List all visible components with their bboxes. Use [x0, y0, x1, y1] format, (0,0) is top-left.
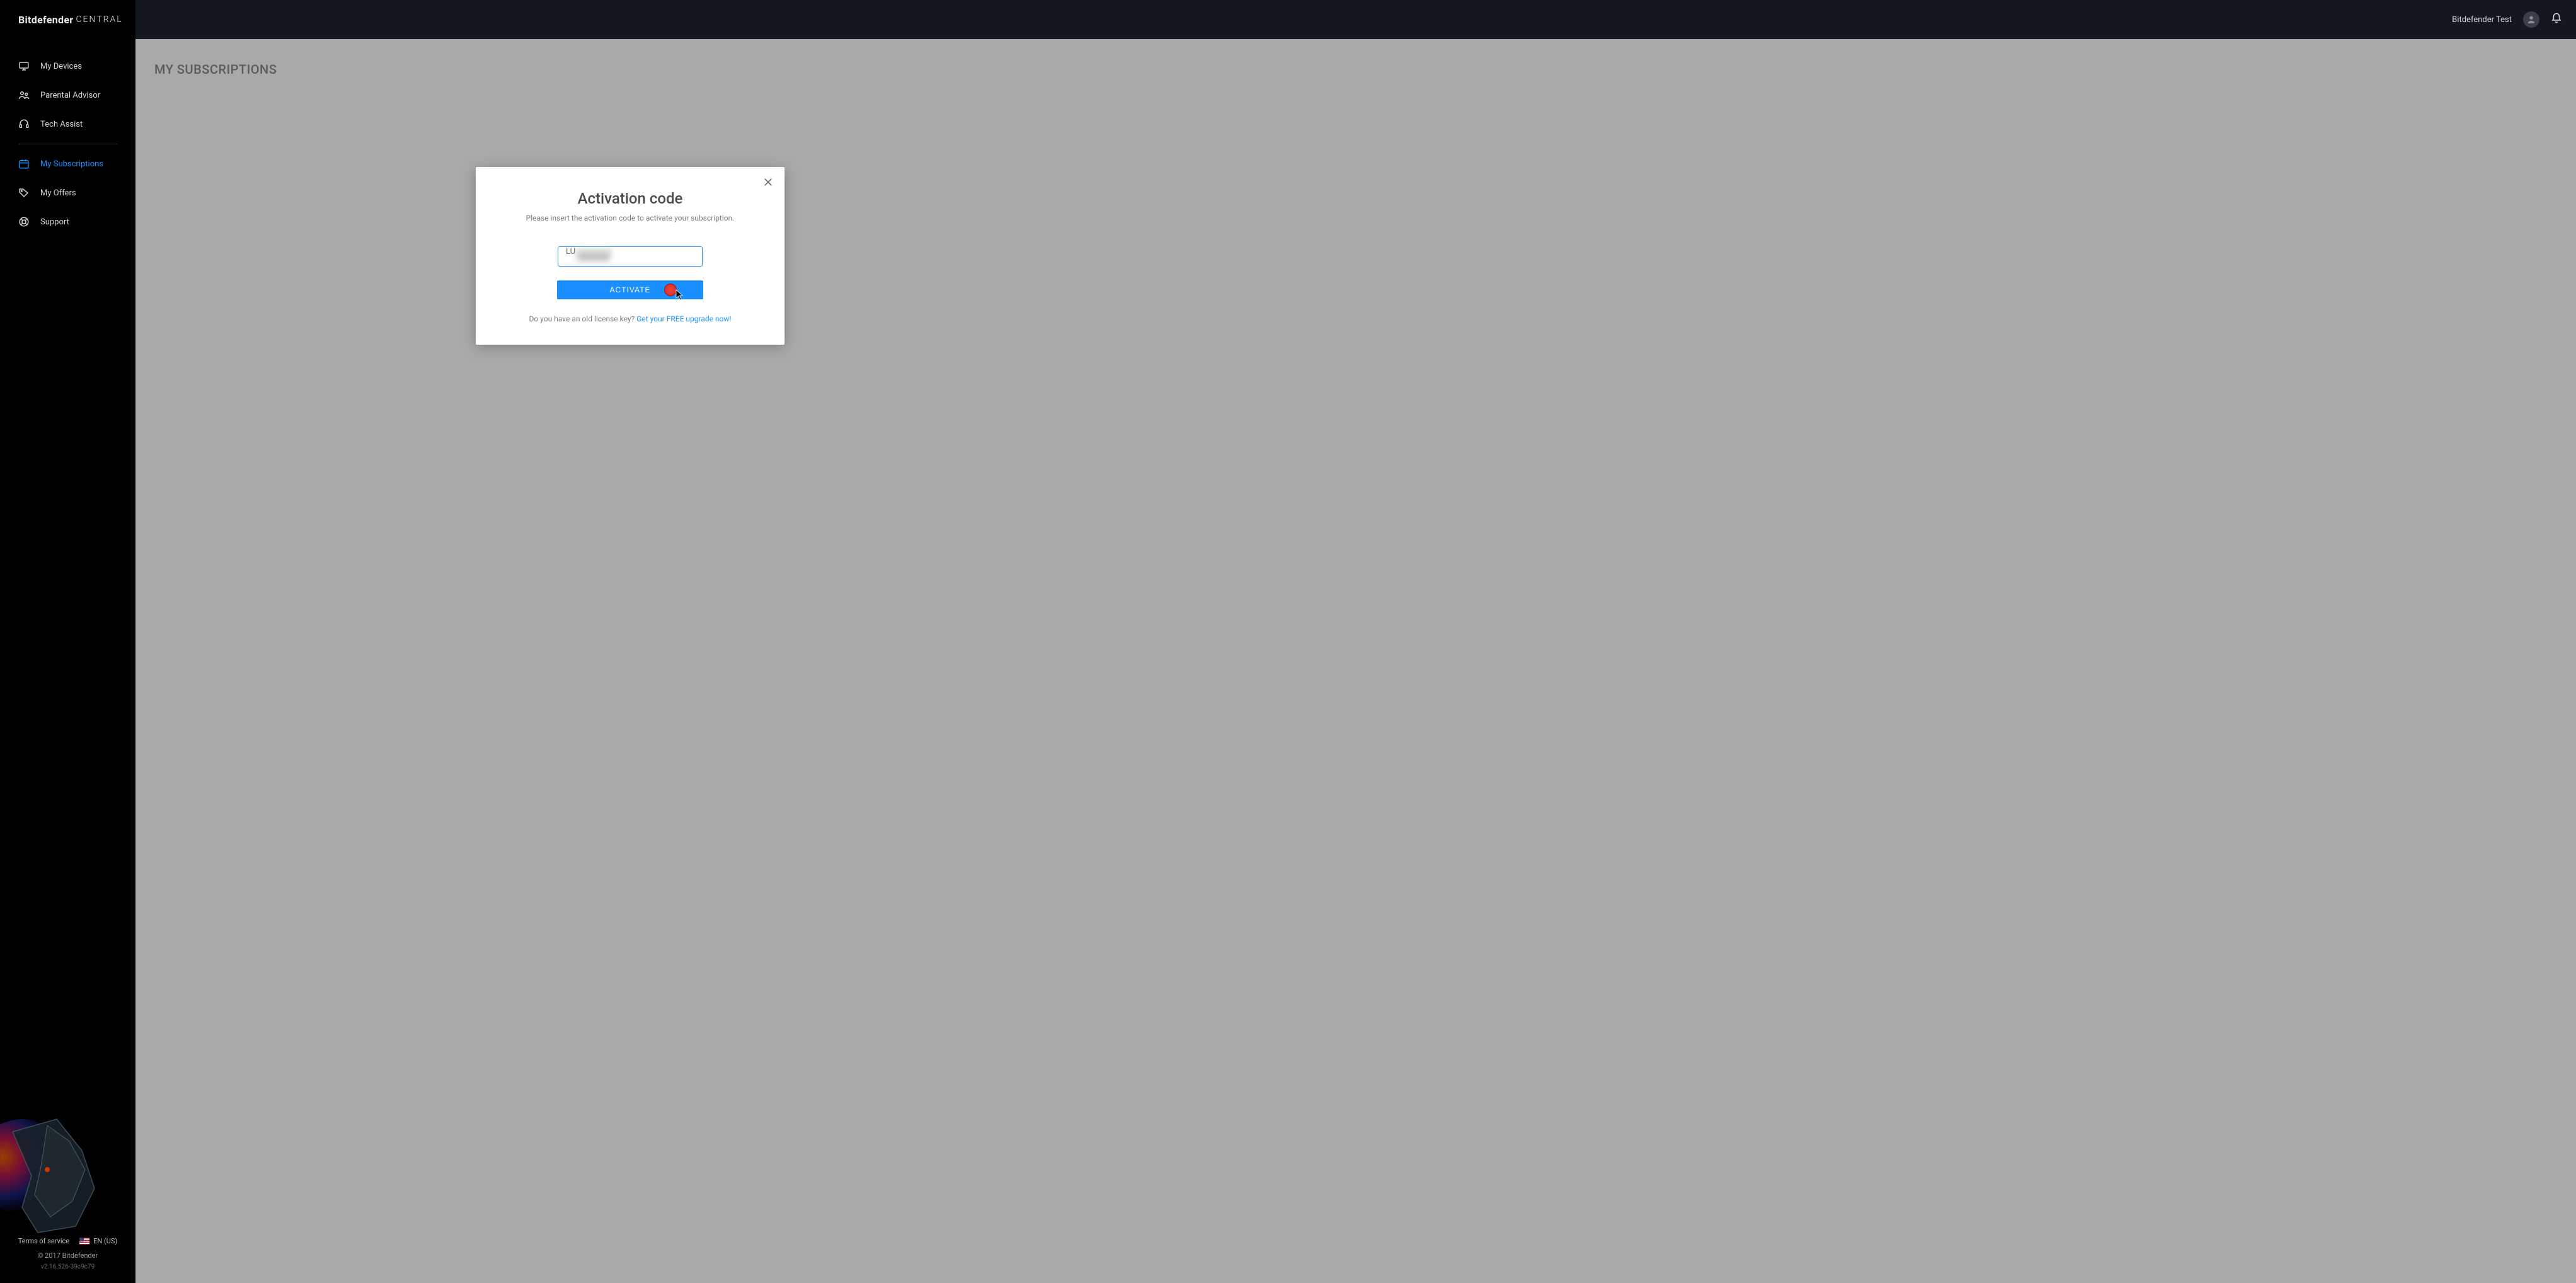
- modal-footer-text: Do you have an old license key? Get your…: [495, 314, 766, 323]
- user-name[interactable]: Bitdefender Test: [2452, 15, 2512, 25]
- language-selector[interactable]: EN (US): [79, 1237, 117, 1245]
- sidebar-item-support[interactable]: Support: [0, 207, 135, 236]
- activation-code-input[interactable]: LUXXXXXXX: [558, 246, 703, 267]
- monitor-icon: [18, 60, 30, 72]
- input-value: LU: [566, 247, 575, 256]
- activate-button[interactable]: ACTIVATE: [557, 280, 703, 299]
- notifications-icon[interactable]: [2551, 13, 2562, 26]
- input-redacted: XXXXXXX: [576, 247, 612, 256]
- sidebar-item-label: Tech Assist: [40, 120, 83, 129]
- click-indicator: [664, 284, 677, 296]
- wolf-artwork: [0, 1107, 113, 1245]
- sidebar-item-label: My Offers: [40, 188, 76, 198]
- sidebar-item-parental-advisor[interactable]: Parental Advisor: [0, 81, 135, 110]
- brand-suffix: CENTRAL: [76, 14, 122, 25]
- upgrade-link[interactable]: Get your FREE upgrade now!: [636, 314, 731, 323]
- us-flag-icon: [79, 1238, 89, 1245]
- sidebar-item-my-subscriptions[interactable]: My Subscriptions: [0, 149, 135, 178]
- brand-name: Bitdefender: [18, 14, 73, 26]
- main-area: Bitdefender Test MY SUBSCRIPTIONS Activa…: [135, 0, 2576, 1283]
- terms-of-service-link[interactable]: Terms of service: [18, 1237, 69, 1245]
- sidebar: Bitdefender CENTRAL My Devices Parental …: [0, 0, 135, 1283]
- version-text: v2.16.526-39c9c79: [6, 1263, 129, 1270]
- sidebar-item-label: My Devices: [40, 62, 82, 71]
- close-icon[interactable]: [761, 175, 776, 190]
- activation-modal: Activation code Please insert the activa…: [476, 167, 785, 345]
- sidebar-nav: My Devices Parental Advisor Tech Assist …: [0, 39, 135, 236]
- sidebar-item-tech-assist[interactable]: Tech Assist: [0, 110, 135, 139]
- activate-button-label: ACTIVATE: [610, 285, 651, 294]
- sidebar-item-label: Support: [40, 217, 69, 227]
- sidebar-footer: Terms of service EN (US) © 2017 Bitdefen…: [0, 1237, 135, 1283]
- cursor-indicator: [676, 289, 684, 302]
- user-avatar[interactable]: [2523, 11, 2539, 28]
- calendar-icon: [18, 158, 30, 170]
- people-icon: [18, 89, 30, 101]
- sidebar-item-label: My Subscriptions: [40, 159, 103, 169]
- language-label: EN (US): [93, 1237, 117, 1245]
- sidebar-item-my-offers[interactable]: My Offers: [0, 178, 135, 207]
- topbar: Bitdefender Test: [135, 0, 2576, 39]
- modal-overlay: Activation code Please insert the activa…: [135, 0, 2576, 1283]
- old-license-text: Do you have an old license key?: [529, 314, 636, 323]
- modal-title: Activation code: [495, 190, 766, 207]
- brand-logo[interactable]: Bitdefender CENTRAL: [0, 0, 135, 39]
- tag-icon: [18, 187, 30, 198]
- lifebuoy-icon: [18, 216, 30, 227]
- copyright-text: © 2017 Bitdefender: [6, 1251, 129, 1260]
- modal-subtitle: Please insert the activation code to act…: [495, 214, 766, 222]
- sidebar-item-label: Parental Advisor: [40, 91, 100, 100]
- sidebar-item-my-devices[interactable]: My Devices: [0, 52, 135, 81]
- headset-icon: [18, 118, 30, 130]
